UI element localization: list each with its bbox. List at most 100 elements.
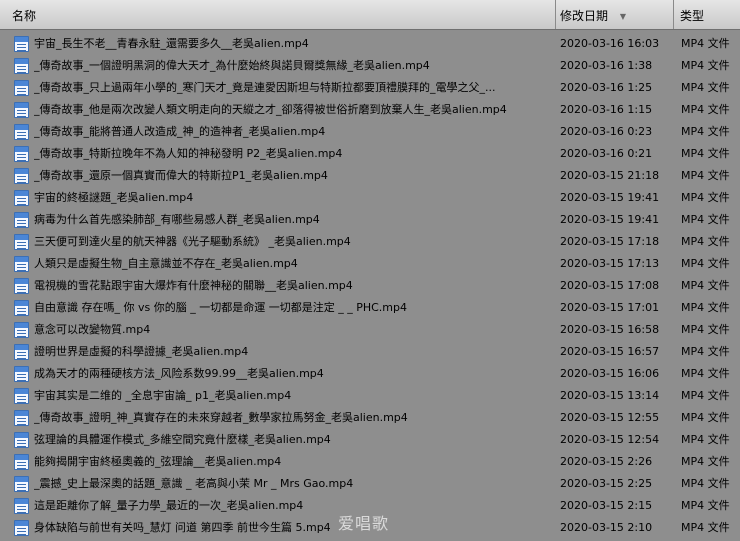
file-type: MP4 文件 [681,411,730,424]
mp4-file-icon [14,234,29,250]
file-row[interactable]: _傳奇故事_只上過兩年小學的_寒门天才_竟是連愛因斯坦与特斯拉都要頂禮膜拜的_電… [0,77,740,99]
file-row[interactable]: 電視機的雪花點跟宇宙大爆炸有什麼神秘的關聯__老吳alien.mp4 2020-0… [0,275,740,297]
mp4-file-icon [14,168,29,184]
file-row[interactable]: 宇宙的終極謎題_老吳alien.mp4 2020-03-15 19:41 MP4 文… [0,187,740,209]
mp4-file-icon [14,432,29,448]
file-type: MP4 文件 [681,169,730,182]
column-header-date-label: 修改日期 [560,9,609,23]
file-date-modified: 2020-03-15 17:08 [560,279,660,292]
file-date-modified: 2020-03-15 13:14 [560,389,660,402]
file-name: _震撼_史上最深奧的話題_意識 _ 老高與小茉 Mr _ Mrs Gao.mp4 [34,477,354,490]
mp4-file-icon [14,190,29,206]
mp4-file-icon [14,124,29,140]
file-name: 宇宙_長生不老__青春永駐_還需要多久__老吳alien.mp4 [34,37,309,50]
file-date-modified: 2020-03-15 2:10 [560,521,653,534]
mp4-file-icon [14,498,29,514]
file-row[interactable]: _傳奇故事_能將普通人改造成_神_的造神者_老吳alien.mp4 2020-03… [0,121,740,143]
file-date-modified: 2020-03-16 1:25 [560,81,653,94]
column-header-bar: 名称 修改日期 ▼ 类型 [0,0,740,30]
file-type: MP4 文件 [681,257,730,270]
file-date-modified: 2020-03-15 2:25 [560,477,653,490]
file-row[interactable]: 宇宙其实是二维的 _全息宇宙論_ p1_老吳alien.mp4 2020-03-1… [0,385,740,407]
mp4-file-icon [14,36,29,52]
column-header-type[interactable]: 类型 [674,0,740,29]
file-date-modified: 2020-03-15 16:58 [560,323,660,336]
file-row[interactable]: 弦理論的具體運作模式_多維空間究竟什麼樣_老吳alien.mp4 2020-03-… [0,429,740,451]
file-row[interactable]: _傳奇故事_還原一個真實而偉大的特斯拉P1_老吳alien.mp4 2020-03… [0,165,740,187]
file-row[interactable]: 三天便可到達火星的航天神器《光子驅動系統》 _老吳alien.mp4 2020-0… [0,231,740,253]
file-type: MP4 文件 [681,191,730,204]
file-row[interactable]: 病毒为什么首先感染肺部_有哪些易感人群_老吳alien.mp4 2020-03-1… [0,209,740,231]
file-row[interactable]: 自由意識 存在嗎_ 你 vs 你的腦 _ 一切都是命運 一切都是注定 _ _ P… [0,297,740,319]
file-date-modified: 2020-03-15 17:18 [560,235,660,248]
file-date-modified: 2020-03-15 19:41 [560,191,660,204]
file-type: MP4 文件 [681,477,730,490]
file-type: MP4 文件 [681,81,730,94]
file-name: _傳奇故事_特斯拉晚年不為人知的神秘發明 P2_老吳alien.mp4 [34,147,343,160]
file-date-modified: 2020-03-15 16:57 [560,345,660,358]
file-type: MP4 文件 [681,279,730,292]
file-row[interactable]: _震撼_史上最深奧的話題_意識 _ 老高與小茉 Mr _ Mrs Gao.mp4… [0,473,740,495]
file-date-modified: 2020-03-15 2:26 [560,455,653,468]
file-date-modified: 2020-03-15 2:15 [560,499,653,512]
file-type: MP4 文件 [681,301,730,314]
column-header-date-modified[interactable]: 修改日期 ▼ [556,0,674,29]
mp4-file-icon [14,322,29,338]
mp4-file-icon [14,476,29,492]
file-date-modified: 2020-03-15 16:06 [560,367,660,380]
column-header-type-label: 类型 [680,9,705,23]
file-type: MP4 文件 [681,433,730,446]
file-name: 三天便可到達火星的航天神器《光子驅動系統》 _老吳alien.mp4 [34,235,351,248]
file-name: 能夠揭開宇宙終極奧義的_弦理論__老吳alien.mp4 [34,455,282,468]
mp4-file-icon [14,212,29,228]
mp4-file-icon [14,454,29,470]
file-row[interactable]: _傳奇故事_一個證明黑洞的偉大天才_為什麼始終與諾貝爾獎無緣_老吳alien.m… [0,55,740,77]
file-name: 意念可以改變物質.mp4 [34,323,151,336]
file-row[interactable]: 能夠揭開宇宙終極奧義的_弦理論__老吳alien.mp4 2020-03-15 2… [0,451,740,473]
mp4-file-icon [14,80,29,96]
file-date-modified: 2020-03-15 17:13 [560,257,660,270]
column-header-name[interactable]: 名称 [0,0,556,29]
file-row[interactable]: _傳奇故事_他是兩次改變人類文明走向的天縱之才_卻落得被世俗折磨到放棄人生_老吳… [0,99,740,121]
file-type: MP4 文件 [681,213,730,226]
file-date-modified: 2020-03-16 1:15 [560,103,653,116]
mp4-file-icon [14,278,29,294]
file-name: _傳奇故事_他是兩次改變人類文明走向的天縱之才_卻落得被世俗折磨到放棄人生_老吳… [34,103,507,116]
column-header-name-label: 名称 [12,9,37,23]
file-name: _傳奇故事_證明_神_真實存在的未來穿越者_數學家拉馬努金_老吳alien.mp… [34,411,408,424]
file-row[interactable]: _傳奇故事_證明_神_真實存在的未來穿越者_數學家拉馬努金_老吳alien.mp… [0,407,740,429]
file-row[interactable]: 成為天才的兩種硬核方法_风险系数99.99__老吳alien.mp4 2020-0… [0,363,740,385]
file-row[interactable]: 宇宙_長生不老__青春永駐_還需要多久__老吳alien.mp4 2020-03-… [0,33,740,55]
file-type: MP4 文件 [681,147,730,160]
file-row[interactable]: _傳奇故事_特斯拉晚年不為人知的神秘發明 P2_老吳alien.mp4 2020-… [0,143,740,165]
file-name: 弦理論的具體運作模式_多維空間究竟什麼樣_老吳alien.mp4 [34,433,331,446]
file-row[interactable]: 意念可以改變物質.mp4 2020-03-15 16:58 MP4 文件 [0,319,740,341]
mp4-file-icon [14,388,29,404]
file-name: 證明世界是虛擬的科學證據_老吳alien.mp4 [34,345,249,358]
watermark: 爱唱歌 [338,514,390,533]
file-name: 成為天才的兩種硬核方法_风险系数99.99__老吳alien.mp4 [34,367,324,380]
file-name: _傳奇故事_一個證明黑洞的偉大天才_為什麼始終與諾貝爾獎無緣_老吳alien.m… [34,59,430,72]
file-date-modified: 2020-03-15 12:55 [560,411,660,424]
file-date-modified: 2020-03-16 1:38 [560,59,653,72]
file-type: MP4 文件 [681,125,730,138]
file-type: MP4 文件 [681,235,730,248]
mp4-file-icon [14,520,29,536]
mp4-file-icon [14,58,29,74]
file-type: MP4 文件 [681,323,730,336]
file-date-modified: 2020-03-15 12:54 [560,433,660,446]
mp4-file-icon [14,102,29,118]
file-name: 人類只是虛擬生物_自主意識並不存在_老吳alien.mp4 [34,257,298,270]
file-name: _傳奇故事_只上過兩年小學的_寒门天才_竟是連愛因斯坦与特斯拉都要頂禮膜拜的_電… [34,81,496,94]
mp4-file-icon [14,256,29,272]
file-type: MP4 文件 [681,103,730,116]
file-row[interactable]: 人類只是虛擬生物_自主意識並不存在_老吳alien.mp4 2020-03-15 … [0,253,740,275]
file-name: 電視機的雪花點跟宇宙大爆炸有什麼神秘的關聯__老吳alien.mp4 [34,279,353,292]
file-name: _傳奇故事_還原一個真實而偉大的特斯拉P1_老吳alien.mp4 [34,169,328,182]
file-name: 這是距離你了解_量子力學_最近的一次_老吳alien.mp4 [34,499,304,512]
file-name: 身体缺陷与前世有关吗_慧灯 问道 第四季 前世今生篇 5.mp4 [34,521,331,534]
file-row[interactable]: 證明世界是虛擬的科學證據_老吳alien.mp4 2020-03-15 16:57… [0,341,740,363]
file-name: _傳奇故事_能將普通人改造成_神_的造神者_老吳alien.mp4 [34,125,326,138]
file-type: MP4 文件 [681,345,730,358]
mp4-file-icon [14,146,29,162]
